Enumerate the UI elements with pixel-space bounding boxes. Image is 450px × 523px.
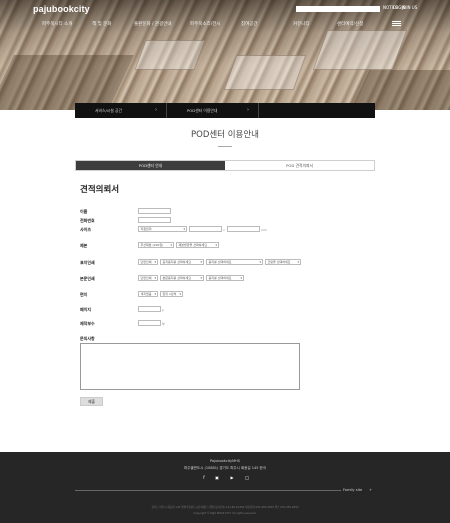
cover-side-select[interactable]: 단면인쇄 ▾: [138, 259, 158, 265]
binding-direction-select[interactable]: 제본방향을 선택하세요 ▾: [176, 242, 219, 248]
binding-type-value: 무선제본 (200권): [140, 243, 164, 247]
form-heading: 견적의뢰서: [80, 185, 120, 195]
chevron-right-icon: ›: [247, 107, 249, 113]
cover-paper-value: 표지용지를 선택하세요: [162, 260, 192, 264]
label-name: 이름: [80, 209, 88, 214]
cover-weight-value: 용지를 선택하세요: [208, 260, 232, 264]
nav-item-space[interactable]: 참여공간: [241, 21, 258, 27]
blog-icon[interactable]: ▣: [214, 476, 220, 480]
chevron-down-icon: ▾: [215, 243, 217, 247]
copies-field[interactable]: [138, 320, 161, 326]
binding-direction-value: 제본방향을 선택하세요: [178, 243, 208, 247]
label-binding: 제본: [80, 243, 88, 248]
wing-count-value: 앞뒤 1장씩: [162, 292, 177, 296]
breadcrumb-label: 서비스/시설 공간: [95, 108, 122, 113]
family-site-toggle[interactable]: +: [369, 488, 372, 492]
tab-pod-info[interactable]: POD센터 안내: [76, 161, 225, 170]
page-title: POD센터 이용안내: [191, 130, 259, 140]
hero-building: [223, 55, 307, 90]
chevron-down-icon: ▾: [200, 260, 202, 264]
label-wing: 면지: [80, 292, 88, 297]
search-input[interactable]: [296, 6, 380, 12]
chevron-down-icon: ▾: [179, 292, 181, 296]
label-body: 본문인쇄: [80, 276, 95, 281]
chevron-down-icon: ▾: [259, 260, 261, 264]
label-size: 사이즈: [80, 227, 92, 232]
cover-coating-select[interactable]: 코팅을 선택하세요 ▾: [265, 259, 301, 265]
footer-divider: [75, 490, 341, 491]
chevron-down-icon: ▾: [297, 260, 299, 264]
size-height-field[interactable]: [227, 226, 260, 232]
breadcrumb-item-facility[interactable]: 서비스/시설 공간 ›: [75, 103, 167, 118]
title-divider: [218, 146, 232, 147]
chevron-down-icon: ▾: [170, 243, 172, 247]
breadcrumb-item-pod[interactable]: POD센터 이용안내 ›: [167, 103, 259, 118]
name-field[interactable]: [138, 208, 171, 214]
chevron-down-icon: ▾: [183, 227, 185, 231]
family-site-select[interactable]: Family site: [343, 488, 362, 492]
label-phone: 전화번호: [80, 218, 95, 223]
hero-building: [134, 40, 206, 70]
chevron-down-icon: ▾: [200, 276, 202, 280]
hero-building: [312, 30, 408, 70]
footer-address: 경기도 파주시 회동길 145 ㈜파주출판도시문화재단 사업자등록번호 141-…: [151, 506, 299, 509]
label-inquiry: 문의사항: [80, 336, 95, 341]
hero-shade: [0, 55, 134, 110]
nav-item-community[interactable]: 커뮤니티: [293, 21, 310, 27]
youtube-icon[interactable]: ▶: [229, 476, 235, 480]
body-paper-select[interactable]: 본문용지를 선택하세요 ▾: [160, 275, 204, 281]
footer-copyright: Copyright © PAJU BOOK CITY. All rights r…: [193, 512, 257, 515]
wing-count-select[interactable]: 앞뒤 1장씩 ▾: [160, 291, 183, 297]
body-weight-select[interactable]: 용지를 선택하세요 ▾: [206, 275, 244, 281]
pages-field[interactable]: [138, 306, 161, 312]
footer-info: 파주출판도시 (10881) 경기도 파주시 회동길 145 한국: [184, 466, 266, 470]
label-copies: 제작부수: [80, 321, 95, 326]
copies-unit-label: 부: [162, 322, 165, 326]
nav-item-tour[interactable]: 출판문화 / 관광안내: [134, 21, 172, 27]
binding-type-select[interactable]: 무선제본 (200권) ▾: [138, 242, 174, 248]
cover-weight-select[interactable]: 용지를 선택하세요 ▾: [206, 259, 263, 265]
inquiry-textarea[interactable]: [80, 343, 300, 390]
size-unit-label: mm: [261, 228, 267, 232]
body-side-value: 단면인쇄: [140, 276, 152, 280]
cover-coating-value: 코팅을 선택하세요: [267, 260, 291, 264]
util-link-join[interactable]: JOIN US: [402, 5, 417, 10]
body-side-select[interactable]: 단면인쇄 ▾: [138, 275, 158, 281]
hero-banner: pajubookcity NOTICE LOGIN JOIN US 파주북시티 …: [0, 0, 450, 110]
size-select-value: 직접입력: [140, 227, 152, 231]
pages-unit-label: p: [162, 308, 164, 312]
chevron-down-icon: ▾: [154, 292, 156, 296]
footer-title: PajubookcityMHS: [209, 459, 241, 463]
tab-bar: POD센터 안내 POD 견적의뢰서: [75, 160, 375, 171]
breadcrumb: 서비스/시설 공간 › POD센터 이용안내 ›: [75, 103, 375, 118]
nav-item-reservation[interactable]: 센터예약/신청: [337, 21, 363, 27]
cover-side-value: 단면인쇄: [140, 260, 152, 264]
instagram-icon[interactable]: ◯: [244, 476, 250, 480]
body-weight-value: 용지를 선택하세요: [208, 276, 232, 280]
size-select[interactable]: 직접입력 ▾: [138, 226, 187, 232]
wing-color-select[interactable]: 색지없음 ▾: [138, 291, 158, 297]
submit-button[interactable]: 제출: [80, 397, 103, 406]
size-width-field[interactable]: [189, 226, 222, 232]
nav-item-books[interactable]: 책 및 문화: [92, 21, 111, 27]
tab-pod-quote[interactable]: POD 견적의뢰서: [225, 161, 374, 170]
body-paper-value: 본문용지를 선택하세요: [162, 276, 192, 280]
facebook-icon[interactable]: f: [201, 476, 207, 480]
wing-color-value: 색지없음: [140, 292, 152, 296]
chevron-right-icon: ›: [155, 107, 157, 113]
hamburger-icon[interactable]: [392, 21, 401, 26]
chevron-down-icon: ▾: [154, 276, 156, 280]
chevron-down-icon: ▾: [154, 260, 156, 264]
cover-paper-select[interactable]: 표지용지를 선택하세요 ▾: [160, 259, 204, 265]
label-pages: 페이지: [80, 307, 92, 312]
site-logo[interactable]: pajubookcity: [33, 4, 90, 14]
breadcrumb-label: POD센터 이용안내: [187, 108, 218, 113]
chevron-down-icon: ▾: [240, 276, 242, 280]
label-cover: 표지인쇄: [80, 260, 95, 265]
nav-item-about[interactable]: 파주북시티 소개: [42, 21, 72, 27]
size-x-label: x: [223, 228, 225, 232]
nav-item-festival[interactable]: 파주북소리/전시: [190, 21, 221, 27]
phone-field[interactable]: [138, 217, 171, 223]
